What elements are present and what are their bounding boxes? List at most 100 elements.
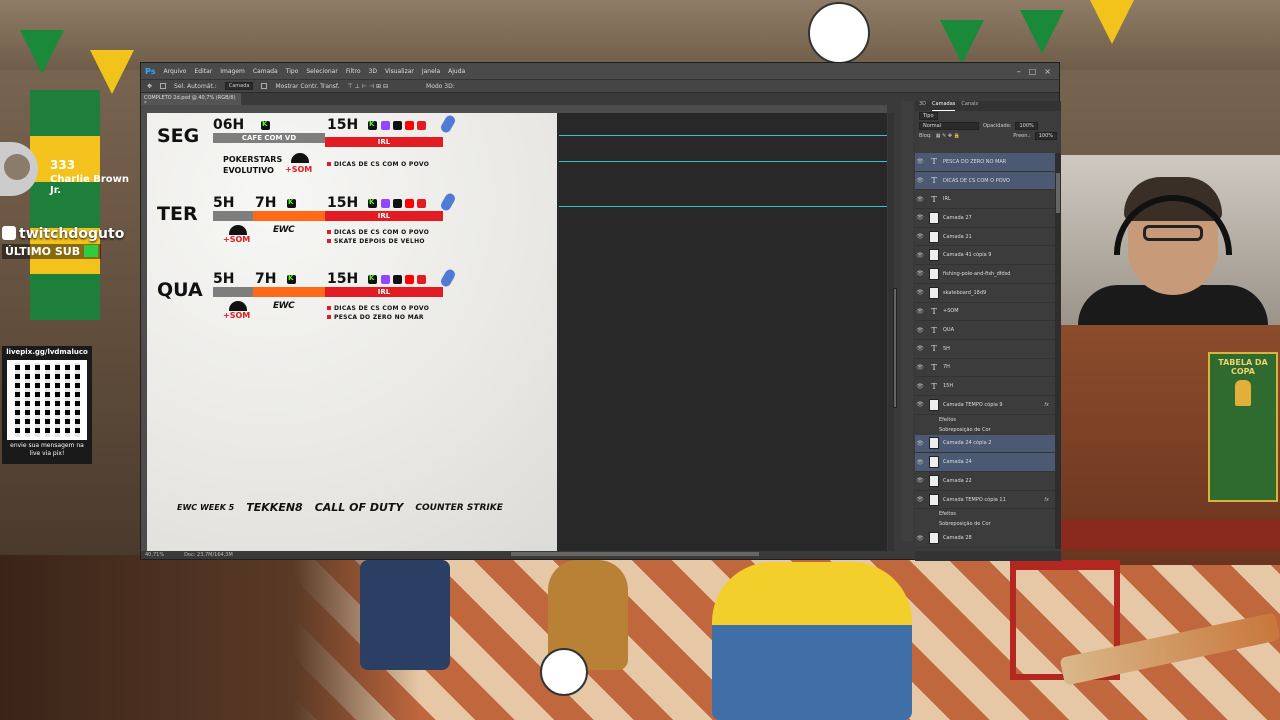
lock-icons[interactable]: ▦ ✎ ✥ 🔒 <box>936 133 960 139</box>
layer-row[interactable]: 👁 T 5H <box>915 340 1055 359</box>
layer-thumbnail <box>929 249 939 262</box>
eye-icon[interactable]: 👁 <box>915 177 925 184</box>
vertical-scrollbar[interactable] <box>888 113 897 551</box>
day-row-qua: QUA 5H 7H 15H IRL +SOM EWC D <box>147 267 557 341</box>
eye-icon[interactable]: 👁 <box>915 252 925 259</box>
layer-row[interactable]: Efeitos <box>915 415 1055 425</box>
eye-icon[interactable]: 👁 <box>915 289 925 296</box>
menu-editar[interactable]: Editar <box>194 68 212 75</box>
menu-camada[interactable]: Camada <box>253 68 278 75</box>
schedule-poster[interactable]: SEG 06H CAFE COM VD 15H IRL POKERSTARS E… <box>147 113 557 551</box>
layer-row[interactable]: 👁 T 15H <box>915 377 1055 396</box>
menu-arquivo[interactable]: Arquivo <box>163 68 186 75</box>
layer-name: QUA <box>943 327 955 334</box>
eye-icon[interactable]: 👁 <box>915 496 925 503</box>
eye-icon[interactable]: 👁 <box>915 308 925 315</box>
menu-visualizar[interactable]: Visualizar <box>385 68 414 75</box>
layer-row[interactable]: Efeitos <box>915 509 1055 519</box>
canvas-area[interactable]: SEG 06H CAFE COM VD 15H IRL POKERSTARS E… <box>147 113 887 551</box>
fill-field[interactable]: 100% <box>1034 132 1057 140</box>
layer-thumbnail <box>929 456 939 469</box>
layer-row[interactable]: 👁 Camada TEMPO cópia 11 fx <box>915 491 1055 510</box>
eye-icon[interactable]: 👁 <box>915 214 925 221</box>
opacity-field[interactable]: 100% <box>1015 122 1038 130</box>
layer-row[interactable]: 👁 Camada 28 <box>915 529 1055 549</box>
layer-name: Efeitos <box>939 511 957 518</box>
panel-icon-strip[interactable] <box>901 101 913 541</box>
bar-table <box>1060 520 1280 550</box>
time-slot: 5H <box>213 271 235 287</box>
menu-ajuda[interactable]: Ajuda <box>448 68 465 75</box>
layers-list[interactable]: 👁 T PESCA DO ZERO NO MAR 👁 T DICAS DE CS COM … <box>915 153 1055 549</box>
scroll-thumb[interactable] <box>893 288 897 408</box>
layer-row[interactable]: 👁 T DICAS DE CS COM O POVO <box>915 171 1055 191</box>
eye-icon[interactable]: 👁 <box>915 158 925 165</box>
layer-row[interactable]: 👁 Camada 24 <box>915 453 1055 472</box>
menu-imagem[interactable]: Imagem <box>220 68 245 75</box>
layer-row[interactable]: 👁 T 7H <box>915 359 1055 378</box>
tab-3d[interactable]: 3D <box>919 101 926 111</box>
layer-row[interactable]: 👁 Camada 22 <box>915 472 1055 491</box>
layer-row[interactable]: 👁 fishing-pole-and-fish_dfdsd <box>915 265 1055 284</box>
layers-scrollbar[interactable] <box>1055 153 1061 549</box>
menu-filtro[interactable]: Filtro <box>346 68 361 75</box>
layers-panel[interactable]: 3D Camadas Canais Tipo Normal Opacidade:… <box>915 101 1061 561</box>
eye-icon[interactable]: 👁 <box>915 196 925 203</box>
zoom-level[interactable]: 40,71% <box>145 552 164 560</box>
minimize-icon[interactable]: – <box>1017 67 1021 76</box>
transform-checkbox[interactable] <box>261 83 268 89</box>
layer-row[interactable]: 👁 T +SOM <box>915 303 1055 322</box>
menu-janela[interactable]: Janela <box>422 68 440 75</box>
layer-name: +SOM <box>943 308 959 315</box>
layer-row[interactable]: 👁 T QUA <box>915 321 1055 340</box>
copa-table-poster: TABELA DA COPA <box>1208 352 1278 502</box>
move-tool-icon[interactable]: ✥ <box>147 83 152 90</box>
eye-icon[interactable]: 👁 <box>915 364 925 371</box>
eye-icon[interactable]: 👁 <box>915 233 925 240</box>
tab-camadas[interactable]: Camadas <box>932 101 956 111</box>
layers-footer-tools[interactable] <box>915 551 1061 561</box>
kwai-icon <box>417 275 426 284</box>
auto-select-checkbox[interactable] <box>160 83 167 89</box>
menu-tipo[interactable]: Tipo <box>286 68 299 75</box>
kick-icon <box>261 120 270 130</box>
eye-icon[interactable]: 👁 <box>915 270 925 277</box>
close-icon[interactable]: × <box>1044 67 1051 76</box>
fx-icon[interactable]: fx <box>1044 402 1049 408</box>
layer-row[interactable]: Sobreposição de Cor <box>915 519 1055 529</box>
tab-canais[interactable]: Canais <box>961 101 978 111</box>
eye-icon[interactable]: 👁 <box>915 477 925 484</box>
auto-select-dropdown[interactable]: Camada <box>224 82 254 90</box>
layer-row[interactable]: 👁 Camada 41 cópia 9 <box>915 246 1055 266</box>
maximize-icon[interactable]: □ <box>1029 67 1037 76</box>
eye-icon[interactable]: 👁 <box>915 383 925 390</box>
layer-row[interactable]: Sobreposição de Cor <box>915 425 1055 435</box>
layer-filter-dropdown[interactable]: Tipo <box>919 112 938 120</box>
menu-3d[interactable]: 3D <box>369 68 377 75</box>
layer-row[interactable]: 👁 T PESCA DO ZERO NO MAR <box>915 153 1055 172</box>
blend-mode-dropdown[interactable]: Normal <box>919 122 979 130</box>
document-tab[interactable]: COMPLETO 2d.psd @ 40,7% (RGB/8) * <box>141 93 241 107</box>
layer-row[interactable]: 👁 Camada 27 <box>915 209 1055 228</box>
layer-row[interactable]: 👁 skateboard_18d9 <box>915 284 1055 303</box>
layer-name: Efeitos <box>939 416 957 423</box>
eye-icon[interactable]: 👁 <box>915 327 925 334</box>
eye-icon[interactable]: 👁 <box>915 535 925 542</box>
layer-row[interactable]: 👁 Camada TEMPO cópia 9 fx <box>915 396 1055 415</box>
fx-icon[interactable]: fx <box>1044 497 1049 503</box>
layer-row[interactable]: 👁 Camada 21 <box>915 228 1055 247</box>
layer-row[interactable]: 👁 T IRL <box>915 190 1055 210</box>
eye-icon[interactable]: 👁 <box>915 345 925 352</box>
eye-icon[interactable]: 👁 <box>915 401 925 408</box>
photoshop-window[interactable]: Ps Arquivo Editar Imagem Camada Tipo Sel… <box>140 62 1061 561</box>
day-row-ter: TER 5H 7H 15H IRL +SOM EWC D <box>147 191 557 265</box>
menu-selecionar[interactable]: Selecionar <box>306 68 337 75</box>
scroll-thumb[interactable] <box>1056 173 1060 213</box>
eye-icon[interactable]: 👁 <box>915 459 925 466</box>
kick-icon <box>287 274 296 284</box>
twitch-handle: twitchdoguto <box>2 226 124 242</box>
eye-icon[interactable]: 👁 <box>915 440 925 447</box>
layer-row[interactable]: 👁 Camada 24 cópia 2 <box>915 434 1055 454</box>
align-icons[interactable]: ⊤ ⊥ ⊢ ⊣ ⊞ ⊟ <box>348 83 389 90</box>
layer-name: Camada 22 <box>943 477 972 484</box>
